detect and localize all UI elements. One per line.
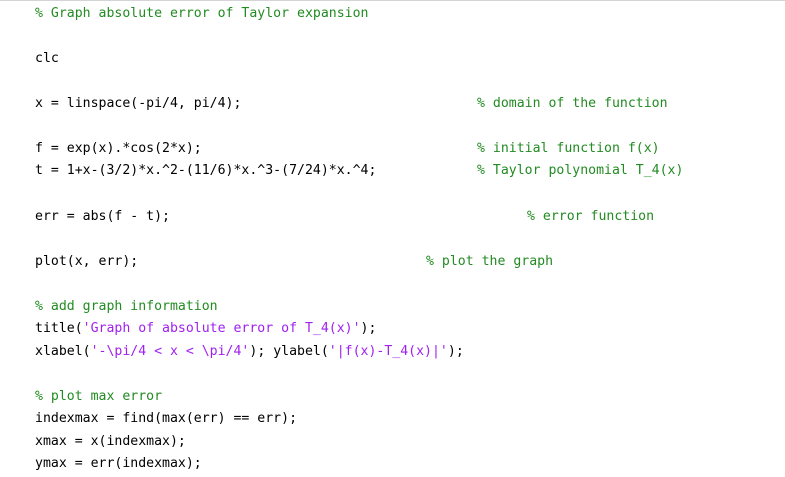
code-line-title: title('Graph of absolute error of T_4(x)… xyxy=(35,319,376,339)
code-line-comment-graph-info: % add graph information xyxy=(35,299,218,314)
comment-initial-function: % initial function f(x) xyxy=(477,141,660,156)
comment-error-function: % error function xyxy=(527,209,655,224)
code-line-plot: plot(x, err); xyxy=(35,254,139,269)
code-line-labels: xlabel('-\pi/4 < x < \pi/4'); ylabel('|f… xyxy=(35,342,464,362)
code-line-comment-title: % Graph absolute error of Taylor expansi… xyxy=(35,6,369,21)
ylabel-call: ); ylabel( xyxy=(249,344,329,359)
title-string: 'Graph of absolute error of T_4(x)' xyxy=(82,321,361,336)
code-line-xmax: xmax = x(indexmax); xyxy=(35,434,186,449)
comment-plot-graph: % plot the graph xyxy=(426,254,554,269)
code-line-ymax: ymax = err(indexmax); xyxy=(35,456,202,471)
code-line-taylor-t: t = 1+x-(3/2)*x.^2-(11/6)*x.^3-(7/24)*x.… xyxy=(35,163,377,178)
comment-domain: % domain of the function xyxy=(477,96,668,111)
title-call: title( xyxy=(35,321,83,336)
ylabel-call-end: ); xyxy=(447,344,464,359)
code-line-clc: clc xyxy=(35,51,59,66)
code-line-indexmax: indexmax = find(max(err) == err); xyxy=(35,411,298,426)
code-line-err: err = abs(f - t); xyxy=(35,209,170,224)
code-line-function-f: f = exp(x).*cos(2*x); xyxy=(35,141,202,156)
title-call-end: ); xyxy=(360,321,377,336)
code-line-comment-max-error: % plot max error xyxy=(35,389,163,404)
xlabel-call: xlabel( xyxy=(35,344,91,359)
code-line-linspace: x = linspace(-pi/4, pi/4); xyxy=(35,96,242,111)
xlabel-string: '-\pi/4 < x < \pi/4' xyxy=(90,344,250,359)
code-editor[interactable]: % Graph absolute error of Taylor expansi… xyxy=(0,0,785,477)
comment-taylor-polynomial: % Taylor polynomial T_4(x) xyxy=(477,163,684,178)
ylabel-string: '|f(x)-T_4(x)|' xyxy=(328,344,448,359)
